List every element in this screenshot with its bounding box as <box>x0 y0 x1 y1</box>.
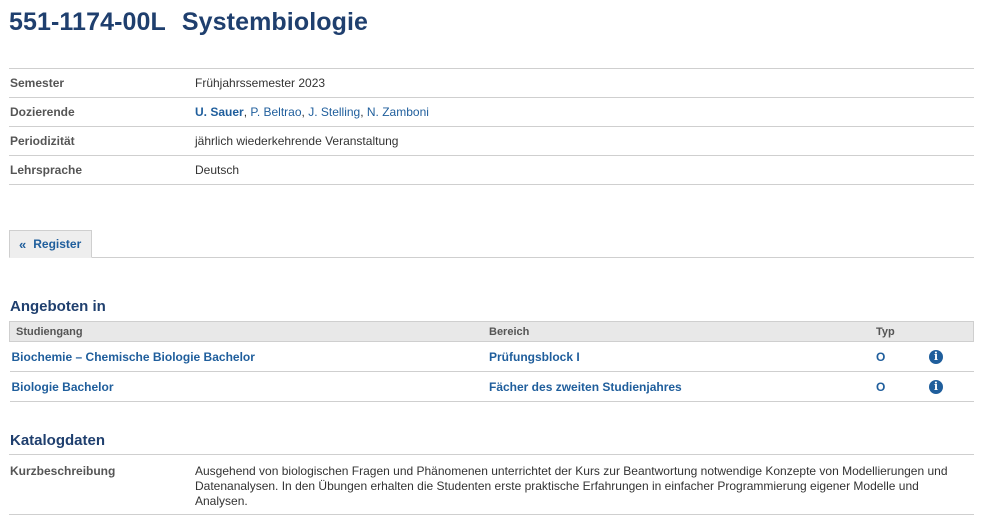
offered-table-header: Studiengang Bereich Typ <box>9 321 974 342</box>
info-row-periodicity: Periodizität jährlich wiederkehrende Ver… <box>9 126 974 156</box>
periodicity-label: Periodizität <box>9 126 195 156</box>
area-link[interactable]: Prüfungsblock I <box>489 350 580 364</box>
type-link[interactable]: O <box>876 380 885 394</box>
lecturer-link-sauer[interactable]: U. Sauer <box>195 105 244 119</box>
catalog-row-summary: Kurzbeschreibung Ausgehend von biologisc… <box>9 455 974 515</box>
semester-label: Semester <box>9 68 195 98</box>
area-link[interactable]: Fächer des zweiten Studienjahres <box>489 380 682 394</box>
lecturers-label: Dozierende <box>9 97 195 127</box>
info-row-lecturers: Dozierende U. Sauer, P. Beltrao, J. Stel… <box>9 97 974 127</box>
info-circle-icon[interactable]: i <box>929 350 943 364</box>
course-number: 551-1174-00L <box>9 8 166 36</box>
header-info <box>929 321 974 342</box>
info-circle-icon[interactable]: i <box>929 380 943 394</box>
program-link[interactable]: Biologie Bachelor <box>12 380 114 394</box>
info-row-semester: Semester Frühjahrssemester 2023 <box>9 68 974 98</box>
program-link[interactable]: Biochemie – Chemische Biologie Bachelor <box>12 350 255 364</box>
lecturer-link-stelling[interactable]: J. Stelling <box>308 105 360 119</box>
lecturer-link-zamboni[interactable]: N. Zamboni <box>367 105 429 119</box>
tab-register-label: Register <box>33 237 82 251</box>
offered-table: Studiengang Bereich Typ Biochemie – Chem… <box>9 321 974 402</box>
course-title: Systembiologie <box>181 8 369 36</box>
periodicity-value: jährlich wiederkehrende Veranstaltung <box>195 126 974 156</box>
summary-text: Ausgehend von biologischen Fragen und Ph… <box>195 464 948 508</box>
language-value: Deutsch <box>195 155 974 185</box>
page-title: 551-1174-00L Systembiologie <box>9 8 368 37</box>
catalog-section-title: Katalogdaten <box>10 432 106 449</box>
lecturer-separator: , <box>360 105 367 119</box>
header-program: Studiengang <box>9 321 489 342</box>
summary-label: Kurzbeschreibung <box>10 464 116 478</box>
header-type: Typ <box>876 321 929 342</box>
course-info-table: Semester Frühjahrssemester 2023 Dozieren… <box>9 68 974 185</box>
tab-bar: « Register <box>9 230 974 258</box>
table-row: Biochemie – Chemische Biologie Bachelor … <box>9 341 974 372</box>
semester-value: Frühjahrssemester 2023 <box>195 68 974 98</box>
language-label: Lehrsprache <box>9 155 195 185</box>
lecturer-link-beltrao[interactable]: P. Beltrao <box>250 105 301 119</box>
header-area: Bereich <box>489 321 876 342</box>
double-chevron-left-icon: « <box>19 236 26 252</box>
lecturers-value: U. Sauer, P. Beltrao, J. Stelling, N. Za… <box>195 97 974 127</box>
info-row-language: Lehrsprache Deutsch <box>9 155 974 185</box>
type-link[interactable]: O <box>876 350 885 364</box>
offered-section-title: Angeboten in <box>10 298 106 315</box>
tab-register[interactable]: « Register <box>9 230 93 258</box>
table-row: Biologie Bachelor Fächer des zweiten Stu… <box>9 371 974 402</box>
